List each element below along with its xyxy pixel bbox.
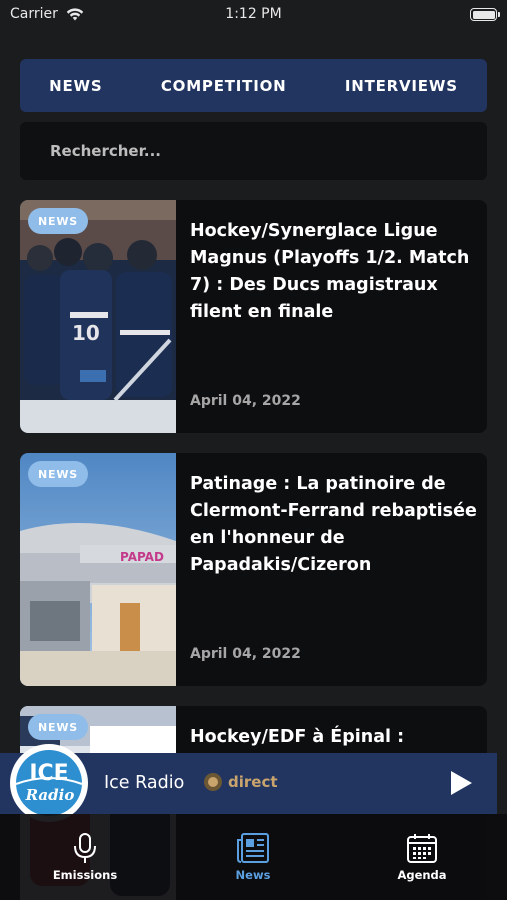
live-dot-icon <box>204 773 222 791</box>
tab-news[interactable]: NEWS <box>39 69 112 103</box>
nav-label: News <box>235 868 271 882</box>
news-badge: NEWS <box>28 714 88 740</box>
article-title: Hockey/EDF à Épinal : <box>190 727 405 747</box>
svg-text:PAPAD: PAPAD <box>120 550 164 564</box>
clock: 1:12 PM <box>225 6 282 22</box>
tab-interviews[interactable]: INTERVIEWS <box>335 69 468 103</box>
logo-text-top: ICE <box>29 761 68 786</box>
live-label: direct <box>228 773 278 791</box>
svg-text:10: 10 <box>72 321 100 345</box>
logo-text-bottom: Radio <box>25 786 75 804</box>
article-card[interactable]: 10 NEWS Hockey/Synerglace Ligue Magnus (… <box>20 200 487 433</box>
article-title: Hockey/Synerglace Ligue Magnus (Playoffs… <box>190 221 470 322</box>
play-icon[interactable] <box>448 769 474 797</box>
tab-competition[interactable]: COMPETITION <box>151 69 297 103</box>
news-badge: NEWS <box>28 461 88 487</box>
news-badge: NEWS <box>28 208 88 234</box>
article-thumbnail-ice-rink: PAPAD NEWS <box>20 453 176 686</box>
live-indicator: direct <box>204 773 278 791</box>
category-tabs: NEWS COMPETITION INTERVIEWS <box>20 59 487 112</box>
article-date: April 04, 2022 <box>190 393 301 409</box>
search-input[interactable] <box>50 142 450 160</box>
player-title: Ice Radio <box>104 773 185 793</box>
battery-icon <box>470 8 500 21</box>
newspaper-icon <box>237 833 269 863</box>
microphone-icon <box>74 833 96 863</box>
article-thumbnail-hockey: 10 NEWS <box>20 200 176 433</box>
bottom-navigation: Emissions News Agenda <box>0 814 507 900</box>
search-bar <box>20 122 487 180</box>
nav-news[interactable]: News <box>203 832 303 882</box>
nav-label: Emissions <box>52 868 118 882</box>
calendar-icon <box>407 834 437 863</box>
article-date: April 04, 2022 <box>190 646 301 662</box>
status-bar: Carrier 1:12 PM <box>0 0 507 30</box>
nav-emissions[interactable]: Emissions <box>35 832 135 882</box>
article-title: Patinage : La patinoire de Clermont-Ferr… <box>190 474 477 575</box>
nav-label: Agenda <box>397 868 447 882</box>
article-card[interactable]: PAPAD NEWS Patinage : La patinoire de Cl… <box>20 453 487 686</box>
nav-agenda[interactable]: Agenda <box>372 832 472 882</box>
ice-radio-logo: ICE Radio <box>10 744 88 822</box>
